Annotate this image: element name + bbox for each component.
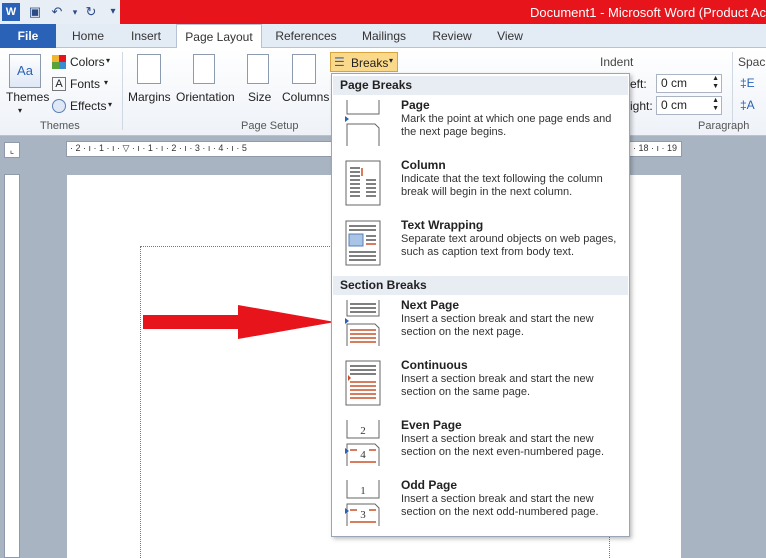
menu-item-desc: Insert a section break and start the new… bbox=[401, 493, 599, 518]
indent-right-value: 0 cm bbox=[661, 98, 688, 112]
themes-label: Themes bbox=[6, 90, 50, 104]
section-breaks-header: Section Breaks bbox=[333, 276, 628, 295]
tab-review[interactable]: Review bbox=[424, 24, 480, 48]
column-break-icon bbox=[345, 160, 381, 206]
spacing-label: Spaci bbox=[738, 55, 766, 69]
ruler-ticks-left: · 2 · ı · 1 · ı · ▽ · ı · 1 · ı · 2 · ı … bbox=[70, 143, 247, 153]
size-icon bbox=[247, 54, 269, 84]
tab-page-layout[interactable]: Page Layout bbox=[176, 24, 262, 49]
title-bar: W ▣ ↶ ▾ ↻ ▾ Document1 - Microsoft Word (… bbox=[0, 0, 766, 24]
page-break-icon bbox=[345, 100, 380, 146]
breaks-icon: ☰ bbox=[334, 55, 345, 69]
ruler-ticks-right: · 18 · ı · 19 bbox=[632, 143, 677, 153]
odd-page-break-icon: 1 3 bbox=[345, 480, 380, 526]
indent-right-label: ight: bbox=[630, 99, 653, 113]
indent-left-input[interactable]: 0 cm ▲ ▼ bbox=[656, 74, 722, 93]
spacing-before-icon[interactable]: ‡Ε bbox=[740, 76, 755, 90]
breaks-menu: Page Breaks Page Mark the point at which… bbox=[331, 73, 630, 537]
menu-item-title: Next Page bbox=[401, 298, 460, 312]
text-wrapping-icon bbox=[345, 220, 381, 266]
indent-left-label: eft: bbox=[630, 77, 647, 91]
window-title: Document1 - Microsoft Word (Product Acti… bbox=[530, 5, 766, 20]
menu-item-odd-page[interactable]: 1 3 Odd Page Insert a section break and … bbox=[333, 476, 628, 536]
menu-item-desc: Indicate that the text following the col… bbox=[401, 173, 603, 198]
spinner-icon[interactable]: ▲ ▼ bbox=[712, 75, 719, 91]
breaks-label: Breaks bbox=[351, 56, 389, 70]
tab-insert[interactable]: Insert bbox=[120, 24, 172, 48]
continuous-break-icon bbox=[345, 360, 381, 406]
odd-page-number-bottom: 3 bbox=[360, 509, 366, 521]
group-divider bbox=[732, 52, 733, 130]
tab-view[interactable]: View bbox=[486, 24, 534, 48]
indent-left-value: 0 cm bbox=[661, 76, 688, 90]
effects-icon bbox=[52, 99, 66, 113]
tab-file[interactable]: File bbox=[0, 24, 56, 48]
menu-item-title: Text Wrapping bbox=[401, 218, 484, 232]
themes-icon: Aa bbox=[9, 54, 41, 88]
undo-icon[interactable]: ↶ bbox=[48, 3, 66, 21]
vertical-ruler[interactable] bbox=[4, 174, 20, 558]
menu-item-page[interactable]: Page Mark the point at which one page en… bbox=[333, 96, 628, 156]
effects-dropdown-icon: ▾ bbox=[108, 100, 113, 109]
colors-dropdown-icon: ▾ bbox=[106, 56, 111, 65]
columns-label: Columns bbox=[282, 90, 330, 104]
paragraph-group-label: Paragraph bbox=[698, 120, 750, 132]
redo-icon[interactable]: ↻ bbox=[82, 3, 100, 21]
menu-item-even-page[interactable]: 2 4 Even Page Insert a section break and… bbox=[333, 416, 628, 476]
menu-item-title: Odd Page bbox=[401, 478, 458, 492]
orientation-label: Orientation bbox=[176, 90, 235, 104]
menu-item-desc: Mark the point at which one page ends an… bbox=[401, 113, 612, 138]
menu-item-title: Column bbox=[401, 158, 446, 172]
pointer-arrow-icon bbox=[143, 305, 335, 339]
next-page-break-icon bbox=[345, 300, 380, 346]
size-label: Size bbox=[248, 90, 272, 104]
columns-icon bbox=[292, 54, 316, 84]
indent-right-input[interactable]: 0 cm ▲ ▼ bbox=[656, 96, 722, 115]
ribbon-tabs: File Home Insert Page Layout References … bbox=[0, 24, 766, 49]
tab-home[interactable]: Home bbox=[62, 24, 114, 48]
page-breaks-header: Page Breaks bbox=[333, 76, 628, 95]
tab-mailings[interactable]: Mailings bbox=[352, 24, 416, 48]
orientation-icon bbox=[193, 54, 215, 84]
save-icon[interactable]: ▣ bbox=[26, 3, 44, 21]
menu-item-title: Even Page bbox=[401, 418, 462, 432]
fonts-icon: A bbox=[52, 77, 66, 91]
menu-item-title: Continuous bbox=[401, 358, 468, 372]
effects-label: Effects bbox=[70, 99, 107, 113]
even-page-number-top: 2 bbox=[360, 425, 366, 437]
breaks-dropdown-icon: ▾ bbox=[389, 56, 394, 65]
breaks-button[interactable]: ☰ Breaks ▾ bbox=[330, 52, 398, 72]
page-setup-group-label: Page Setup bbox=[241, 120, 299, 132]
menu-item-desc: Insert a section break and start the new… bbox=[401, 373, 594, 398]
menu-item-column[interactable]: Column Indicate that the text following … bbox=[333, 156, 628, 216]
group-divider bbox=[122, 52, 123, 130]
themes-dropdown-icon: ▾ bbox=[18, 106, 23, 115]
margins-icon bbox=[137, 54, 161, 84]
word-logo-icon[interactable]: W bbox=[2, 3, 20, 21]
themes-group-label: Themes bbox=[40, 120, 80, 132]
menu-item-text-wrapping[interactable]: Text Wrapping Separate text around objec… bbox=[333, 216, 628, 276]
tab-selector[interactable]: ⌞ bbox=[4, 142, 20, 158]
menu-item-title: Page bbox=[401, 98, 430, 112]
spacing-after-icon[interactable]: ‡Α bbox=[740, 98, 755, 112]
menu-item-continuous[interactable]: Continuous Insert a section break and st… bbox=[333, 356, 628, 416]
colors-label: Colors bbox=[70, 55, 105, 69]
fonts-label: Fonts bbox=[70, 77, 101, 91]
menu-item-next-page[interactable]: Next Page Insert a section break and sta… bbox=[333, 296, 628, 356]
even-page-number-bottom: 4 bbox=[360, 449, 366, 461]
menu-item-desc: Separate text around objects on web page… bbox=[401, 233, 617, 258]
even-page-break-icon: 2 4 bbox=[345, 420, 380, 466]
fonts-dropdown-icon: ▾ bbox=[104, 78, 109, 87]
odd-page-number-top: 1 bbox=[360, 485, 366, 497]
menu-item-desc: Insert a section break and start the new… bbox=[401, 433, 605, 458]
menu-item-desc: Insert a section break and start the new… bbox=[401, 313, 594, 338]
indent-label: Indent bbox=[600, 55, 634, 69]
margins-label: Margins bbox=[128, 90, 171, 104]
tab-references[interactable]: References bbox=[268, 24, 344, 48]
spinner-icon[interactable]: ▲ ▼ bbox=[712, 97, 719, 113]
colors-icon bbox=[52, 55, 66, 69]
